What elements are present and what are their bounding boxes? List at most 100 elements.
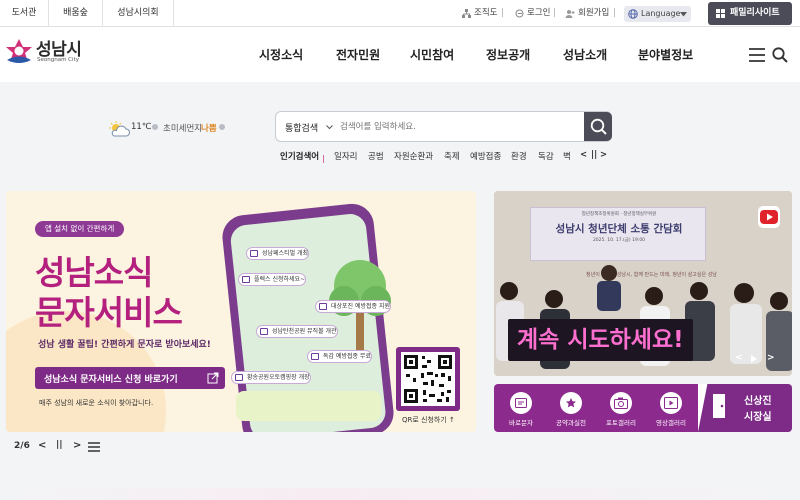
door-icon <box>713 394 725 418</box>
globe-icon <box>628 9 638 19</box>
user-plus-icon <box>565 10 575 18</box>
nav-e-civil[interactable]: 전자민원 <box>336 27 380 82</box>
language-label: Language <box>641 9 681 18</box>
logo-link[interactable]: 성남시 Seongnam City <box>4 37 89 73</box>
quick-item-video-gallery[interactable]: 영상갤러리 <box>646 384 696 432</box>
video-play-icon <box>660 392 682 414</box>
search-submit-button[interactable] <box>584 112 612 141</box>
family-site-label: 패밀리사이트 <box>730 8 780 18</box>
grid-icon <box>716 9 725 18</box>
popular-keyword[interactable]: 공범 <box>368 150 384 162</box>
chat-bubble: 대상포진 예방접종 지원 <box>315 300 392 313</box>
popular-keyword[interactable]: 축제 <box>444 150 460 162</box>
nav-city-news[interactable]: 시정소식 <box>259 27 303 82</box>
popular-keyword[interactable]: 일자리 <box>334 150 357 162</box>
chat-bubble: 독감 예방접종 무료 <box>307 350 372 363</box>
top-link-library[interactable]: 도서관 <box>0 0 48 27</box>
event-banner-small: 청년정책조정위원회 · 청년정책실무위원 <box>581 212 657 217</box>
nav-participation[interactable]: 시민참여 <box>410 27 454 82</box>
keyword-prev-button[interactable]: < <box>580 150 587 160</box>
signup-link[interactable]: 회원가입 <box>578 0 609 27</box>
top-link-council[interactable]: 성남시의회 <box>103 0 173 27</box>
weather-temp: 11℃ <box>131 122 152 132</box>
dust-label: 초미세먼지 <box>163 124 203 134</box>
external-link-icon <box>207 372 219 384</box>
popular-keyword[interactable]: 벽 <box>563 150 571 162</box>
video-banner[interactable]: 청년정책조정위원회 · 청년정책실무위원 성남시 청년단체 소통 간담회 202… <box>494 191 792 376</box>
video-next-button[interactable]: > <box>767 353 775 363</box>
main-header: 성남시 Seongnam City 시정소식 전자민원 시민참여 정보공개 성남… <box>0 27 800 82</box>
dust-info-dot <box>219 124 225 130</box>
video-play-icon[interactable] <box>751 355 757 363</box>
quick-item-photo-gallery[interactable]: 포토갤러리 <box>596 384 646 432</box>
video-caption: 계속 시도하세요! <box>508 319 693 361</box>
login-icon <box>515 9 524 18</box>
org-chart-icon <box>462 9 471 18</box>
separator: | <box>501 8 504 18</box>
slide-counter: 2/6 <box>14 441 30 451</box>
nav-info-disclosure[interactable]: 정보공개 <box>486 27 530 82</box>
keyword-pause-button[interactable]: || <box>591 150 597 160</box>
banner-cta-label: 성남소식 문자서비스 신청 바로가기 <box>44 375 178 385</box>
chat-bubble: 플렉스 신청하세요~ <box>238 273 307 286</box>
event-banner-date: 2025. 10. 17.(금) 19:00 <box>592 238 646 243</box>
banner-cta-button[interactable]: 성남소식 문자서비스 신청 바로가기 <box>35 367 225 389</box>
slide-prev-button[interactable]: < <box>38 440 46 451</box>
banner-note: 매주 성남의 새로운 소식이 찾아갑니다. <box>39 399 154 407</box>
search-icon[interactable] <box>772 47 788 63</box>
popular-keyword[interactable]: 독감 <box>538 150 554 162</box>
chat-bubble: 성남탄천공원 뮤직볼 개관 <box>256 325 338 338</box>
qr-label: QR로 신청하기 ↑ <box>402 416 455 424</box>
chat-bubble: 성남페스티벌 개최 <box>246 247 310 260</box>
grass-illustration <box>236 391 381 421</box>
popular-keyword[interactable]: 환경 <box>511 150 527 162</box>
family-site-button[interactable]: 패밀리사이트 <box>708 2 792 25</box>
nav-about[interactable]: 성남소개 <box>563 27 607 82</box>
message-icon <box>510 392 532 414</box>
keyword-rank-bar <box>323 155 324 163</box>
video-prev-button[interactable]: < <box>735 353 743 363</box>
slide-total: 6 <box>23 441 30 451</box>
qr-code-icon[interactable] <box>401 352 455 406</box>
top-utility-bar: 도서관 배움숲 성남시의회 조직도 | 로그인 | 회원가입 | Languag… <box>0 0 800 27</box>
chevron-down-icon <box>326 125 333 130</box>
slide-pause-button[interactable]: || <box>56 440 63 450</box>
top-link-learning[interactable]: 배움숲 <box>49 0 102 27</box>
search-box: 통합검색 <box>275 111 612 142</box>
pledge-icon <box>560 392 582 414</box>
event-banner-title: 성남시 청년단체 소통 간담회 <box>555 223 683 235</box>
separator: | <box>613 8 616 18</box>
quick-item-pledges[interactable]: 공약과실천 <box>546 384 596 432</box>
event-banner: 청년정책조정위원회 · 청년정책실무위원 성남시 청년단체 소통 간담회 202… <box>530 207 706 261</box>
main-banner-sms-service[interactable]: 앱 설치 없이 간편하게 성남소식 문자서비스 성남 생활 꿀팁! 간편하게 문… <box>6 191 476 432</box>
popular-keyword[interactable]: 예방접종 <box>470 150 501 162</box>
mayor-name: 신상진 <box>744 396 772 407</box>
dust-status: 나쁨 <box>201 124 217 134</box>
popular-keyword[interactable]: 자원순환과 <box>394 150 433 162</box>
slide-list-icon[interactable] <box>88 442 100 452</box>
search-scope-select[interactable]: 통합검색 <box>285 121 318 134</box>
mayor-office-link[interactable]: 신상진 시장실 <box>698 384 792 432</box>
caret-down-icon <box>680 12 687 17</box>
slide-next-button[interactable]: > <box>73 440 81 451</box>
banner-title-line2: 문자서비스 <box>35 293 183 332</box>
weather-cloud-sun-icon <box>109 121 130 137</box>
banner-tag: 앱 설치 없이 간편하게 <box>35 221 125 237</box>
chat-bubble: 황송공원오토캠핑장 개장 <box>231 371 311 384</box>
popular-keywords-label: 인기검색어 <box>280 152 320 162</box>
search-input[interactable] <box>340 118 580 136</box>
city-emblem-icon <box>6 39 32 63</box>
weather-info-dot <box>152 124 158 130</box>
youtube-icon[interactable] <box>758 206 780 228</box>
mayor-office-label: 시장실 <box>744 412 772 423</box>
login-link[interactable]: 로그인 <box>527 0 550 27</box>
nav-by-field[interactable]: 분야별정보 <box>638 27 693 82</box>
org-chart-link[interactable]: 조직도 <box>474 0 497 27</box>
menu-icon[interactable] <box>749 48 765 62</box>
camera-icon <box>610 392 632 414</box>
qr-frame <box>396 347 460 411</box>
quick-item-sms[interactable]: 바로문자 <box>496 384 546 432</box>
keyword-next-button[interactable]: > <box>600 150 607 160</box>
language-select[interactable]: Language <box>624 6 691 22</box>
search-icon <box>590 118 607 135</box>
